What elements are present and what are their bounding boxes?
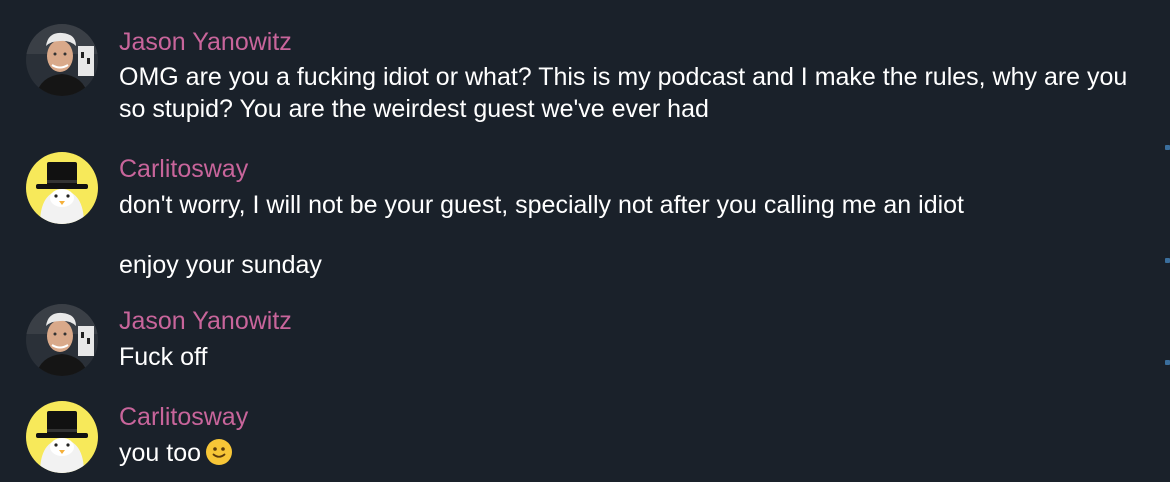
message-text: enjoy your sunday — [119, 251, 322, 279]
scroll-edge-marker — [1165, 360, 1170, 365]
message-text: OMG are you a fucking idiot or what? Thi… — [119, 63, 1128, 123]
message-text: don't worry, I will not be your guest, s… — [119, 191, 965, 219]
message-text: you too — [119, 439, 202, 467]
sender-name[interactable]: Carlitosway — [119, 154, 248, 184]
penguin-top-hat-avatar-icon[interactable] — [26, 152, 98, 224]
jason-avatar-icon[interactable] — [26, 24, 98, 96]
penguin-top-hat-avatar-icon[interactable] — [26, 401, 98, 473]
sender-name[interactable]: Carlitosway — [119, 402, 248, 432]
message-text-row: you too — [119, 437, 1129, 469]
sender-name[interactable]: Jason Yanowitz — [119, 27, 292, 57]
chat-thread: Jason Yanowitz OMG are you a fucking idi… — [0, 0, 1170, 482]
message-text: Fuck off — [119, 343, 208, 371]
scroll-edge-marker — [1165, 145, 1170, 150]
jason-avatar-icon[interactable] — [26, 304, 98, 376]
sender-name[interactable]: Jason Yanowitz — [119, 306, 292, 336]
slightly-smiling-face-emoji — [205, 438, 233, 466]
scroll-edge-marker — [1165, 258, 1170, 263]
